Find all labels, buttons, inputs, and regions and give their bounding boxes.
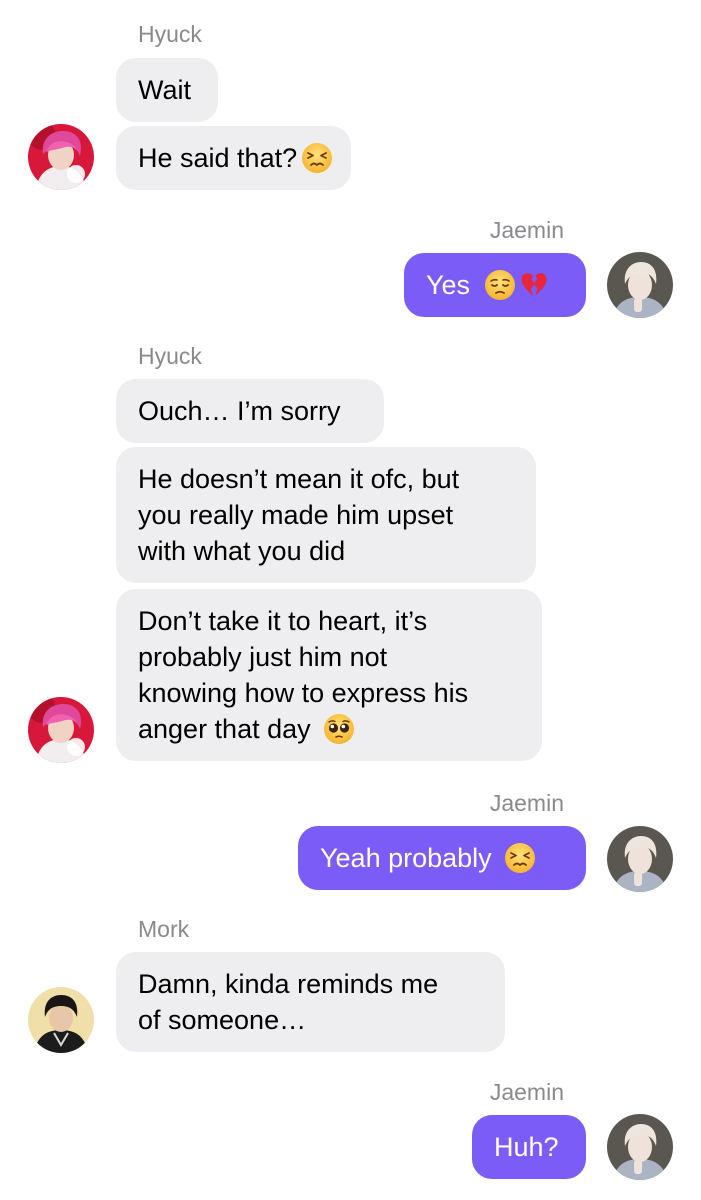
message-text-line: you really made him upset [138,500,454,530]
sender-name: Jaemin [489,1079,564,1105]
message-text-line: knowing how to express his [138,678,469,708]
message-bubble[interactable]: He said that? [116,126,351,190]
avatar-jaemin[interactable] [607,826,673,892]
message-text: Huh? [494,1132,559,1162]
pensive-face-icon [484,269,516,301]
avatar-hyuck[interactable] [28,697,94,763]
message-bubble[interactable]: Ouch… I’m sorry [116,379,384,443]
message-text-line: probably just him not [138,642,388,672]
message-text-line: with what you did [138,536,346,566]
avatar-mork[interactable] [28,987,94,1053]
message-text: Ouch… I’m sorry [138,396,341,426]
message-text: Wait [138,75,191,105]
sender-name: Mork [138,916,190,942]
message-text-line: anger that day [138,714,311,744]
persevering-face-icon [504,842,536,874]
avatar-jaemin[interactable] [607,252,673,318]
message-bubble[interactable]: Yeah probably [298,826,586,890]
message-text-line: He doesn’t mean it ofc, but [138,464,460,494]
message-text-line: Don’t take it to heart, it’s [138,606,428,636]
message-bubble[interactable]: Damn, kinda reminds me of someone… [116,952,505,1052]
message-bubble[interactable]: Huh? [472,1115,586,1179]
sender-name: Jaemin [489,217,564,243]
message-bubble[interactable]: He doesn’t mean it ofc, but you really m… [116,447,536,583]
message-bubble[interactable]: Don’t take it to heart, it’s probably ju… [116,589,542,761]
persevering-face-icon [301,142,333,174]
message-text-line: of someone… [138,1005,307,1035]
sender-name: Hyuck [138,21,202,47]
pleading-face-icon [323,713,355,745]
message-text: Yeah probably [320,843,492,873]
message-text: Yes [426,270,471,300]
avatar-hyuck[interactable] [28,124,94,190]
message-text: He said that? [138,143,298,173]
broken-heart-icon [518,269,550,301]
message-bubble[interactable]: Wait [116,58,218,122]
message-text-line: Damn, kinda reminds me [138,969,439,999]
sender-name: Jaemin [489,790,564,816]
sender-name: Hyuck [138,343,202,369]
avatar-jaemin[interactable] [607,1114,673,1180]
message-bubble[interactable]: Yes [404,253,586,317]
